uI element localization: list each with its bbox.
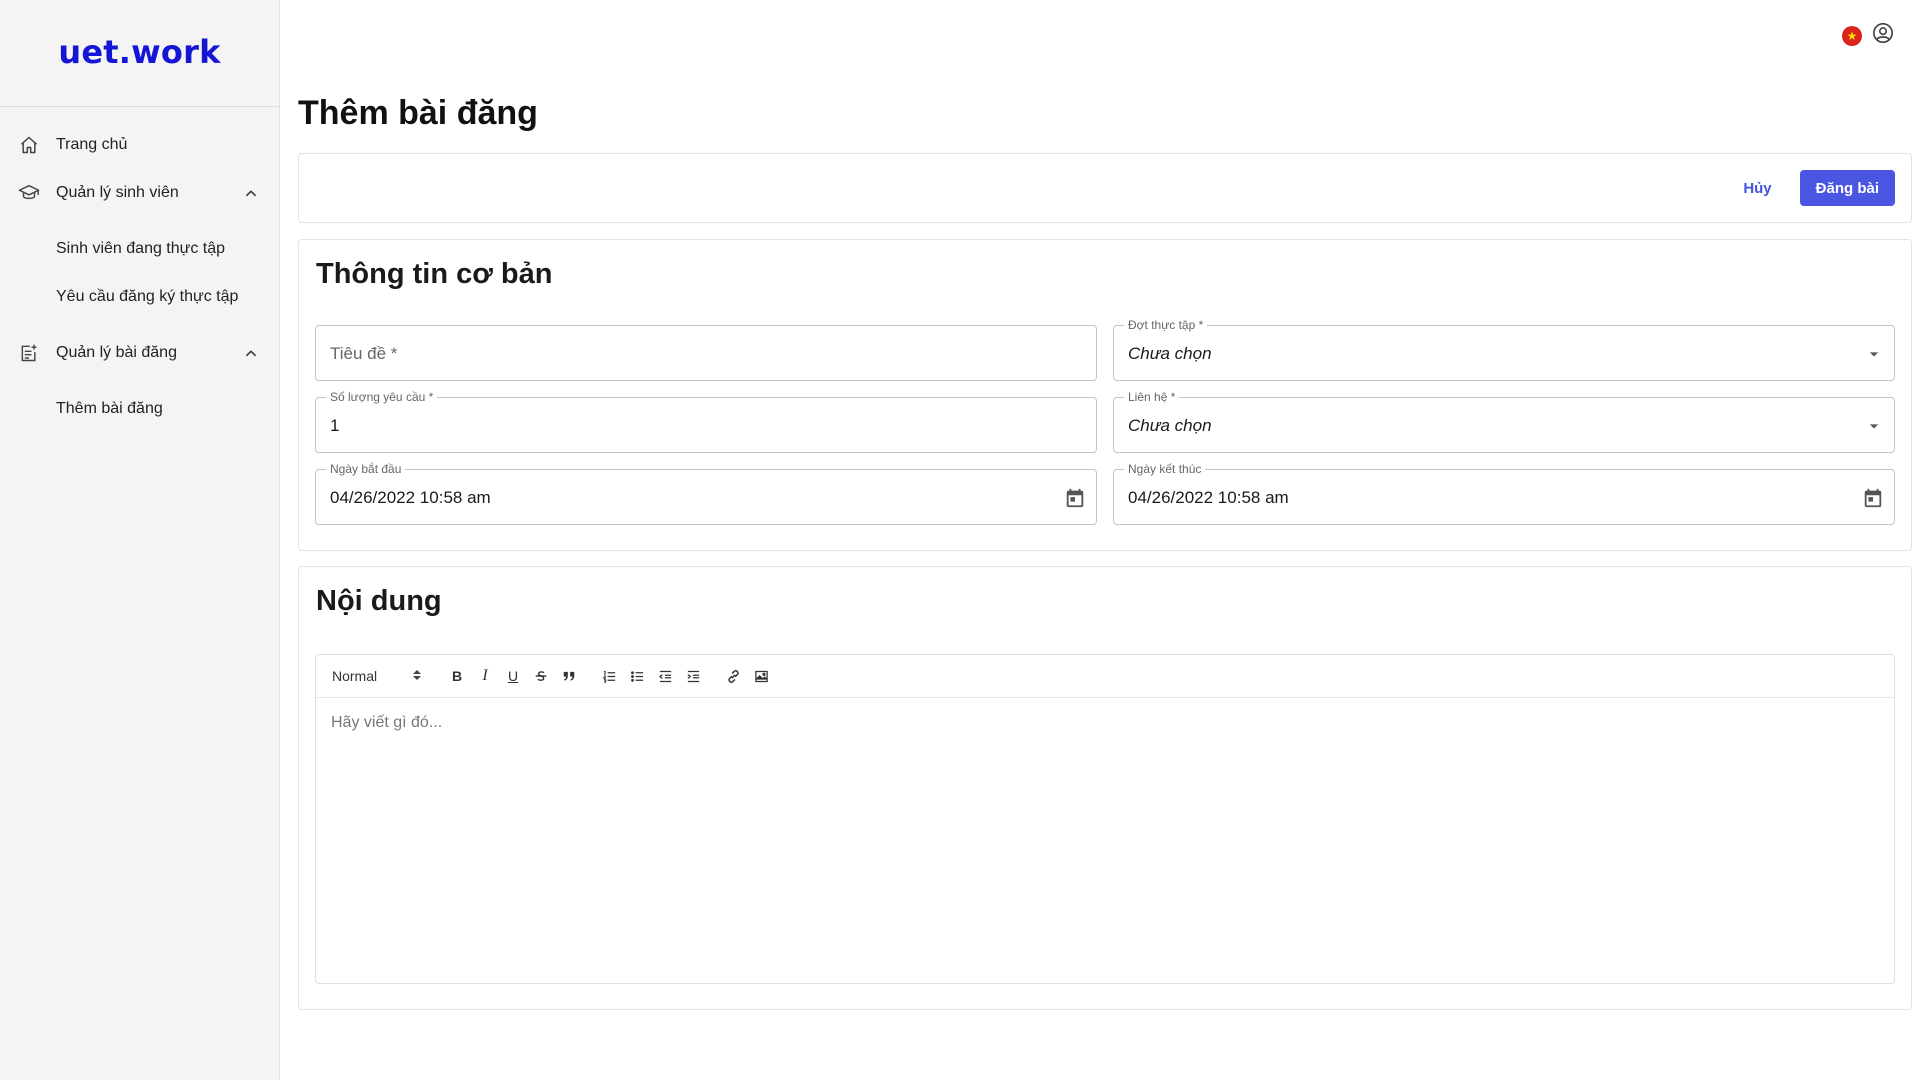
submit-post-button[interactable]: Đăng bài bbox=[1799, 170, 1895, 206]
editor-placeholder: Hãy viết gì đó... bbox=[331, 714, 443, 731]
field-value: 04/26/2022 10:58 am bbox=[1128, 488, 1289, 507]
section-title-content: Nội dung bbox=[316, 585, 442, 617]
internship-period-select[interactable]: Đợt thực tập * Chưa chọn bbox=[1113, 317, 1895, 382]
content-card: Nội dung Normal B I U Hãy viết gì đó... bbox=[298, 566, 1912, 1010]
sidebar-item-quan-ly-bai-dang[interactable]: Quản lý bài đăng bbox=[0, 329, 279, 377]
select-updown-icon bbox=[412, 668, 422, 684]
contact-select[interactable]: Liên hệ * Chưa chọn bbox=[1113, 389, 1895, 454]
sidebar-item-them-bai-dang[interactable]: Thêm bài đăng bbox=[0, 385, 279, 433]
selected-value: Chưa chọn bbox=[1128, 416, 1212, 435]
title-placeholder: Tiêu đề * bbox=[330, 344, 398, 363]
sidebar-item-yeu-cau-dang-ky[interactable]: Yêu cầu đăng ký thực tập bbox=[0, 273, 279, 321]
sidebar-item-label: Quản lý sinh viên bbox=[56, 184, 179, 201]
start-date-input[interactable]: Ngày bắt đầu 04/26/2022 10:58 am bbox=[315, 461, 1097, 526]
action-bar: Hủy Đăng bài bbox=[298, 153, 1912, 223]
vietnam-flag-icon[interactable]: ★ bbox=[1842, 25, 1862, 46]
home-icon bbox=[18, 134, 40, 156]
page-title: Thêm bài đăng bbox=[298, 94, 538, 132]
bullet-list-icon[interactable] bbox=[624, 663, 650, 689]
basic-info-card: Thông tin cơ bản Tiêu đề * Đợt thực tập … bbox=[298, 239, 1912, 551]
strikethrough-icon[interactable] bbox=[528, 663, 554, 689]
quantity-input[interactable]: Số lượng yêu cầu * 1 bbox=[315, 389, 1097, 453]
bold-button[interactable]: B bbox=[444, 663, 470, 689]
sidebar-item-label: Trang chủ bbox=[56, 136, 128, 153]
rich-text-editor: Normal B I U Hãy viết gì đó... bbox=[315, 654, 1895, 984]
italic-button[interactable]: I bbox=[472, 663, 498, 689]
field-value: 04/26/2022 10:58 am bbox=[330, 488, 491, 507]
chevron-up-icon[interactable] bbox=[241, 343, 261, 363]
post-add-icon bbox=[18, 342, 40, 364]
graduation-cap-icon bbox=[18, 182, 40, 204]
field-label: Số lượng yêu cầu * bbox=[326, 389, 438, 405]
chevron-up-icon[interactable] bbox=[241, 183, 261, 203]
text-format-select[interactable]: Normal bbox=[332, 668, 422, 684]
text-format-value: Normal bbox=[332, 668, 378, 684]
calendar-icon[interactable] bbox=[1064, 470, 1086, 526]
sidebar: uet.work Trang chủ Quản lý sinh viên Sin… bbox=[0, 0, 280, 1080]
selected-value: Chưa chọn bbox=[1128, 344, 1212, 363]
sidebar-item-quan-ly-sinh-vien[interactable]: Quản lý sinh viên bbox=[0, 169, 279, 217]
end-date-input[interactable]: Ngày kết thúc 04/26/2022 10:58 am bbox=[1113, 461, 1895, 526]
sidebar-item-sinh-vien-dang-thuc-tap[interactable]: Sinh viên đang thực tập bbox=[0, 225, 279, 273]
editor-content-area[interactable]: Hãy viết gì đó... bbox=[316, 698, 1894, 748]
sidebar-nav: Trang chủ Quản lý sinh viên Sinh viên đa… bbox=[0, 107, 279, 433]
sidebar-item-label: Quản lý bài đăng bbox=[56, 344, 177, 361]
indent-icon[interactable] bbox=[680, 663, 706, 689]
field-value: 1 bbox=[330, 416, 340, 435]
section-title-basic-info: Thông tin cơ bản bbox=[316, 258, 553, 290]
image-icon[interactable] bbox=[748, 663, 774, 689]
logo-area: uet.work bbox=[0, 0, 279, 107]
outdent-icon[interactable] bbox=[652, 663, 678, 689]
ordered-list-icon[interactable] bbox=[596, 663, 622, 689]
app-logo[interactable]: uet.work bbox=[58, 33, 220, 73]
blockquote-icon[interactable] bbox=[556, 663, 582, 689]
underline-button[interactable]: U bbox=[500, 663, 526, 689]
editor-toolbar: Normal B I U bbox=[316, 655, 1894, 698]
cancel-button[interactable]: Hủy bbox=[1727, 170, 1787, 206]
calendar-icon[interactable] bbox=[1862, 470, 1884, 526]
link-icon[interactable] bbox=[720, 663, 746, 689]
dropdown-arrow-icon[interactable] bbox=[1864, 398, 1884, 454]
account-circle-icon[interactable] bbox=[1872, 22, 1894, 49]
dropdown-arrow-icon[interactable] bbox=[1864, 326, 1884, 382]
topbar-icons: ★ bbox=[1842, 22, 1894, 49]
sidebar-item-trang-chu[interactable]: Trang chủ bbox=[0, 121, 279, 169]
title-input[interactable]: Tiêu đề * bbox=[315, 325, 1097, 381]
